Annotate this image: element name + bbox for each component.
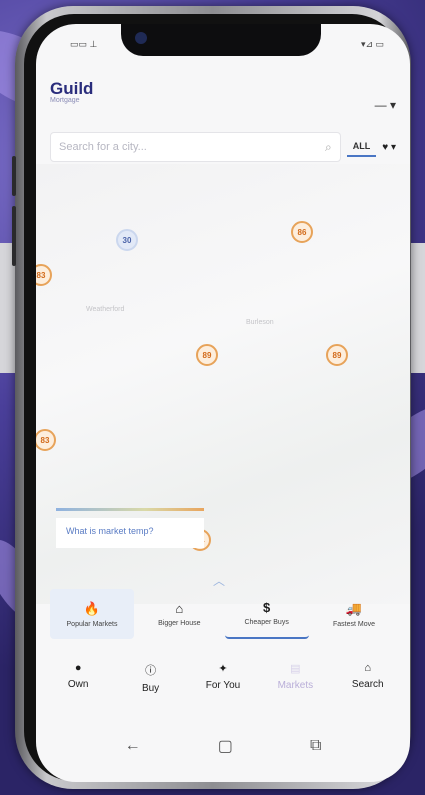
category-label: Bigger House	[158, 620, 201, 627]
own-icon: ●	[74, 662, 82, 674]
tab-label: Search	[351, 679, 384, 690]
market-marker[interactable]: 89	[326, 344, 348, 366]
market-marker[interactable]: 83	[36, 429, 56, 451]
menu-icon[interactable]: — ▾	[375, 98, 396, 112]
category-row: 🔥 Popular Markets ⌂ Bigger House $ Cheap…	[50, 589, 396, 639]
search-icon[interactable]: ⌕	[325, 140, 332, 155]
market-marker[interactable]: 86	[291, 221, 313, 243]
category-popular-markets[interactable]: 🔥 Popular Markets	[50, 589, 134, 639]
market-temp-legend	[56, 508, 204, 511]
map-label: Weatherford	[86, 306, 125, 313]
markets-icon: ▤	[290, 663, 301, 675]
dollar-icon: $	[263, 600, 271, 615]
sparkle-icon: ✦	[218, 663, 228, 675]
tab-search[interactable]: ⌂ Search	[336, 662, 400, 706]
search-row: Search for a city... ⌕ ALL ♥ ▾	[50, 130, 396, 164]
market-marker[interactable]: 89	[196, 344, 218, 366]
category-cheaper-buys[interactable]: $ Cheaper Buys	[224, 589, 309, 639]
app-logo-subtitle: Mortgage	[50, 97, 80, 104]
phone-screen: ▭▭ ⊥ ▾⊿ ▭ Guild Mortgage — ▾ Search for …	[36, 24, 410, 782]
category-label: Cheaper Buys	[244, 619, 289, 626]
map-label: Burleson	[246, 319, 274, 326]
category-label: Popular Markets	[66, 620, 118, 628]
home-icon[interactable]: ▢	[218, 736, 233, 756]
status-right: ▾⊿ ▭	[360, 38, 384, 49]
status-left: ▭▭ ⊥	[70, 38, 98, 49]
favorites-filter-icon[interactable]: ♥ ▾	[382, 142, 396, 153]
market-marker[interactable]: 83	[36, 264, 52, 286]
recents-icon[interactable]: ⧉	[310, 737, 321, 755]
system-navigation-bar: ← ▢ ⧉	[36, 724, 410, 768]
house-icon: ⌂	[175, 601, 184, 616]
tab-label: Own	[67, 679, 89, 690]
app-header: Guild Mortgage — ▾	[36, 68, 410, 128]
bottom-tab-bar: ● Own ⓘ Buy ✦ For You ▤ Markets ⌂ Search	[36, 662, 410, 706]
category-bigger-house[interactable]: ⌂ Bigger House	[137, 589, 221, 639]
search-input[interactable]: Search for a city... ⌕	[50, 132, 341, 162]
fire-icon: 🔥	[83, 600, 101, 616]
tab-label: For You	[205, 680, 241, 691]
back-icon[interactable]: ←	[125, 737, 141, 755]
tab-markets[interactable]: ▤ Markets	[263, 662, 327, 706]
home-search-icon: ⌂	[364, 662, 372, 674]
camera-icon	[135, 32, 147, 44]
tab-for-you[interactable]: ✦ For You	[191, 662, 255, 706]
camera-notch	[121, 24, 321, 56]
volume-button	[12, 206, 16, 266]
buy-icon: ⓘ	[145, 665, 157, 677]
volume-button	[12, 156, 16, 196]
tab-label: Markets	[277, 680, 314, 691]
chevron-up-icon[interactable]: ︿	[213, 572, 225, 589]
filter-all-tab[interactable]: ALL	[346, 137, 377, 157]
app-logo: Guild	[50, 79, 94, 98]
tab-label: Buy	[141, 683, 160, 694]
truck-icon: 🚚	[345, 600, 363, 616]
category-label: Fastest Move	[332, 620, 375, 628]
search-placeholder: Search for a city...	[59, 141, 147, 153]
tab-buy[interactable]: ⓘ Buy	[119, 662, 183, 706]
market-marker[interactable]: 30	[116, 229, 138, 251]
market-temp-link[interactable]: What is market temp?	[56, 518, 204, 548]
category-fastest-move[interactable]: 🚚 Fastest Move	[312, 589, 396, 639]
tab-own[interactable]: ● Own	[46, 662, 110, 706]
